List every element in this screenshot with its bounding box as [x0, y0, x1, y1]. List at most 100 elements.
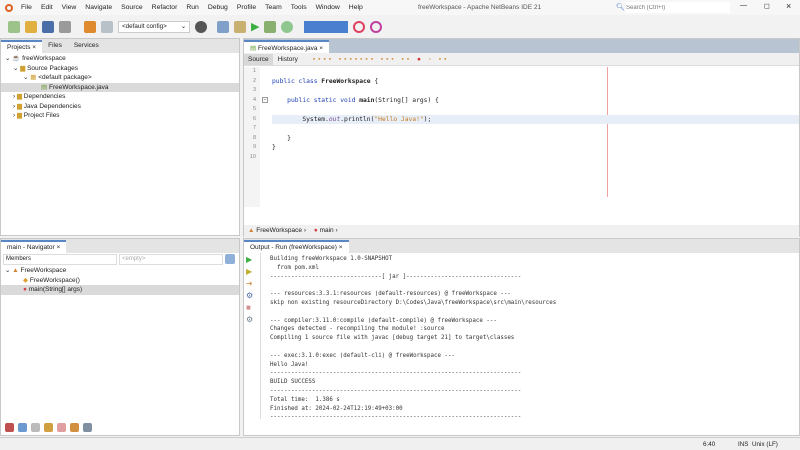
line-numbers: 1 2 3 4 5 6 7 8 9 10 — [244, 67, 260, 207]
empty-select[interactable]: <empty> — [119, 254, 223, 265]
source-tab[interactable]: Source — [244, 53, 273, 65]
chevron-down-icon: ⌄ — [180, 22, 186, 30]
memory-indicator[interactable] — [304, 20, 349, 33]
navigator-toolbar — [5, 423, 92, 432]
editor-panel: ▤ FreeWorkspace.java × Source History ▪▪… — [243, 38, 800, 237]
save-all-icon[interactable] — [59, 20, 71, 33]
main-toolbar: <default config> ⌄ ▶ — [0, 15, 800, 38]
search-icon: 🔍︎ — [616, 4, 625, 11]
tab-projects[interactable]: Projects × — [1, 40, 43, 53]
config-select[interactable]: <default config> ⌄ — [118, 20, 190, 33]
rerun-options-icon[interactable]: ▶ — [246, 267, 253, 276]
navigator-tabbar: main - Navigator × — [1, 239, 239, 253]
filter-icon[interactable] — [5, 423, 14, 432]
nav-item-constructor[interactable]: ◆ FreeWorkspace() — [1, 276, 239, 286]
stop-icon[interactable]: ■ — [246, 303, 253, 312]
menu-source[interactable]: Source — [121, 4, 143, 11]
new-file-icon[interactable] — [8, 20, 20, 33]
menu-run[interactable]: Run — [186, 4, 198, 11]
undo-icon[interactable] — [84, 20, 96, 33]
menu-refactor[interactable]: Refactor — [152, 4, 178, 11]
debug-icon[interactable] — [264, 20, 277, 33]
tab-output[interactable]: Output - Run (freeWorkspace) × — [244, 240, 349, 253]
tree-item-project[interactable]: ⌄ ☕ freeWorkspace — [1, 54, 239, 64]
menu-debug[interactable]: Debug — [208, 4, 228, 11]
output-text[interactable]: Building freeWorkspace 1.0-SNAPSHOT from… — [270, 255, 556, 422]
breadcrumb: ▲ FreeWorkspace › ● main › — [244, 225, 799, 237]
new-project-icon[interactable] — [25, 20, 37, 33]
tab-services[interactable]: Services — [68, 40, 105, 53]
tree-item-dependencies[interactable]: › ▆ Dependencies — [1, 92, 239, 102]
search-input[interactable] — [626, 2, 730, 13]
rerun-icon[interactable]: ▶ — [246, 255, 253, 264]
minimize-button[interactable]: — — [740, 2, 747, 9]
hammer-icon[interactable] — [217, 20, 229, 33]
history-tab[interactable]: History — [273, 54, 303, 65]
window-title: freeWorkspace - Apache NetBeans IDE 21 — [418, 4, 542, 11]
close-button[interactable]: × — [786, 1, 791, 11]
config-value: <default config> — [122, 22, 167, 30]
settings-icon[interactable]: ⚙ — [246, 291, 253, 300]
output-panel: Output - Run (freeWorkspace) × ▶ ▶ ➜ ⚙ ■… — [243, 238, 800, 436]
output-gutter — [260, 253, 261, 419]
profiler-snapshot-icon[interactable] — [370, 20, 383, 33]
navigator-filters: Members <empty> — [1, 253, 239, 266]
run-icon[interactable]: ▶ — [251, 20, 259, 33]
menu-navigate[interactable]: Navigate — [85, 4, 112, 11]
output-side-toolbar: ▶ ▶ ➜ ⚙ ■ ⚙ — [246, 255, 253, 324]
tree-item-java-dependencies[interactable]: › ▆ Java Dependencies — [1, 102, 239, 112]
title-bar: File Edit View Navigate Source Refactor … — [0, 0, 800, 15]
line-ending: Unix (LF) — [752, 441, 778, 448]
editor-tool-icons[interactable]: ▪▪▪▪ ▪▪▪▪▪▪▪ ▪▪▪ ▪▪ ● ▫ ▪▪ — [313, 56, 450, 63]
breadcrumb-method[interactable]: ● main › — [314, 227, 338, 234]
gc-icon[interactable] — [353, 20, 366, 33]
navigator-options-icon[interactable] — [225, 254, 235, 264]
sort-icon[interactable] — [70, 423, 79, 432]
output-tabbar: Output - Run (freeWorkspace) × — [244, 239, 799, 253]
navigator-tree: ⌄ ▲ FreeWorkspace ◆ FreeWorkspace() ● ma… — [1, 266, 239, 295]
nav-item-class[interactable]: ⌄ ▲ FreeWorkspace — [1, 266, 239, 276]
projects-tabbar: Projects × Files Services — [1, 39, 239, 53]
tree-item-source-packages[interactable]: ⌄ ▆ Source Packages — [1, 64, 239, 74]
netbeans-logo-icon — [5, 3, 13, 12]
project-tree: ⌄ ☕ freeWorkspace ⌄ ▆ Source Packages ⌄ … — [1, 53, 239, 121]
hierarchy-icon[interactable]: ⚙ — [246, 315, 253, 324]
tree-item-default-package[interactable]: ⌄ ▦ <default package> — [1, 73, 239, 83]
menu-bar: File Edit View Navigate Source Refactor … — [21, 4, 372, 11]
projects-panel: Projects × Files Services ⌄ ☕ freeWorksp… — [0, 38, 240, 236]
menu-profile[interactable]: Profile — [237, 4, 256, 11]
menu-help[interactable]: Help — [349, 4, 363, 11]
tab-freeworkspace-java[interactable]: ▤ FreeWorkspace.java × — [244, 40, 330, 53]
static-icon[interactable] — [31, 423, 40, 432]
navigator-panel: main - Navigator × Members <empty> ⌄ ▲ F… — [0, 238, 240, 436]
inner-class-icon[interactable] — [44, 423, 53, 432]
open-project-icon[interactable] — [42, 20, 54, 33]
fold-icon[interactable]: − — [262, 97, 268, 103]
menu-view[interactable]: View — [62, 4, 77, 11]
status-bar: 6:40 INS Unix (LF) — [0, 437, 800, 450]
tree-item-java-file[interactable]: ▤ FreeWorkspace.java — [1, 82, 239, 92]
menu-window[interactable]: Window — [316, 4, 340, 11]
insert-mode: INS — [738, 441, 749, 448]
tab-files[interactable]: Files — [42, 40, 68, 53]
inherited-icon[interactable] — [57, 423, 66, 432]
tree-item-project-files[interactable]: › ▆ Project Files — [1, 111, 239, 121]
menu-team[interactable]: Team — [265, 4, 282, 11]
breadcrumb-class[interactable]: ▲ FreeWorkspace › — [248, 227, 306, 234]
members-select[interactable]: Members — [3, 254, 117, 265]
menu-tools[interactable]: Tools — [291, 4, 307, 11]
sort-name-icon[interactable] — [83, 423, 92, 432]
clean-build-icon[interactable] — [234, 20, 246, 33]
fields-icon[interactable] — [18, 423, 27, 432]
code-area[interactable]: public class FreeWorkspace { public stat… — [272, 67, 799, 162]
menu-file[interactable]: File — [21, 4, 32, 11]
step-icon[interactable]: ➜ — [246, 279, 253, 288]
profile-icon[interactable] — [281, 20, 294, 33]
redo-icon[interactable] — [101, 20, 113, 33]
maximize-button[interactable]: ◻ — [764, 2, 770, 10]
globe-icon[interactable] — [195, 20, 207, 33]
menu-edit[interactable]: Edit — [41, 4, 53, 11]
editor-tabbar: ▤ FreeWorkspace.java × — [244, 39, 799, 53]
nav-item-main[interactable]: ● main(String[] args) — [1, 285, 239, 295]
tab-navigator[interactable]: main - Navigator × — [1, 240, 67, 253]
